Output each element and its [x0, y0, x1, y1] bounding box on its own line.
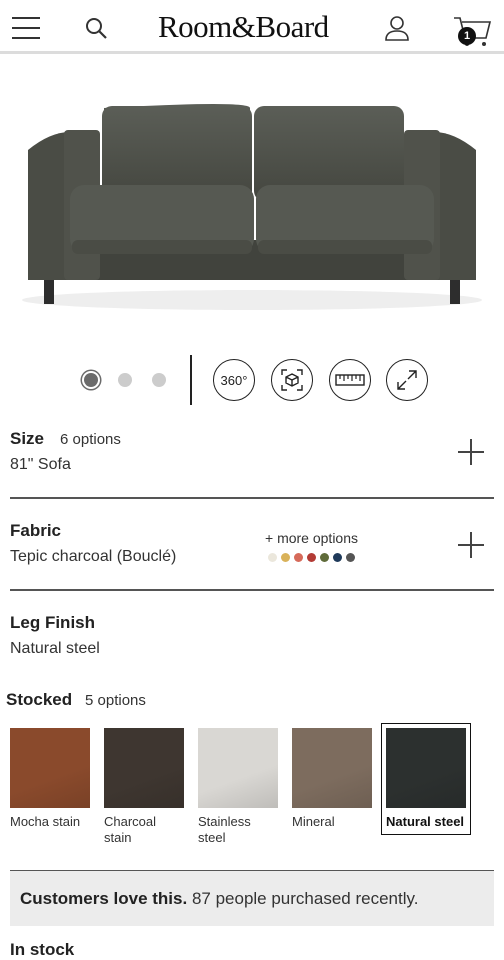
ar-view-button[interactable]: [271, 359, 313, 401]
product-image[interactable]: [0, 60, 504, 350]
finish-option-mocha-stain[interactable]: Mocha stain: [10, 728, 90, 830]
ar-cube-icon: [281, 369, 303, 391]
stocked-title: Stocked: [6, 690, 73, 709]
finish-option-charcoal-stain[interactable]: Charcoal stain: [104, 728, 184, 846]
fabric-title: Fabric: [10, 521, 62, 540]
more-options-link[interactable]: + more options: [265, 530, 358, 546]
social-proof-banner: Customers love this. 87 people purchased…: [10, 870, 494, 926]
search-icon[interactable]: [84, 16, 110, 42]
finish-label: Stainless steel: [198, 814, 251, 845]
size-value: 81" Sofa: [10, 456, 71, 473]
view-360-button[interactable]: 360°: [213, 359, 255, 401]
carousel-dot-3[interactable]: [152, 373, 166, 387]
fabric-swatch-dot[interactable]: [268, 553, 277, 562]
cart-button[interactable]: 1: [452, 14, 492, 48]
leg-finish-value: Natural steel: [10, 640, 100, 657]
finish-swatch: [292, 728, 372, 808]
size-options-count: 6 options: [60, 431, 121, 448]
banner-bold-text: Customers love this.: [20, 889, 188, 908]
fabric-swatch-dots[interactable]: [268, 553, 355, 562]
fabric-swatch-dot[interactable]: [333, 553, 342, 562]
availability-status: In stock: [10, 940, 75, 959]
finish-swatch: [104, 728, 184, 808]
finish-swatch: [198, 728, 278, 808]
gallery-divider: [190, 355, 192, 405]
finish-label: Natural steel: [386, 814, 465, 829]
gallery-controls: 360°: [0, 355, 504, 405]
cart-count-badge: 1: [458, 27, 476, 45]
fabric-value: Tepic charcoal (Bouclé): [10, 548, 177, 565]
leg-finish-title: Leg Finish: [10, 613, 95, 632]
banner-text: 87 people purchased recently.: [187, 889, 419, 908]
finish-option-mineral[interactable]: Mineral: [292, 728, 372, 830]
fabric-swatch-dot[interactable]: [294, 553, 303, 562]
dimensions-button[interactable]: [329, 359, 371, 401]
finish-label: Mineral: [292, 814, 335, 829]
size-expand-plus-icon[interactable]: [458, 439, 484, 465]
fabric-swatch-dot[interactable]: [281, 553, 290, 562]
fullscreen-button[interactable]: [386, 359, 428, 401]
fabric-swatch-dot[interactable]: [346, 553, 355, 562]
carousel-dot-2[interactable]: [118, 373, 132, 387]
section-divider: [10, 589, 494, 591]
fabric-expand-plus-icon[interactable]: [458, 532, 484, 558]
finish-label: Charcoal stain: [104, 814, 157, 845]
finish-label: Mocha stain: [10, 814, 81, 829]
brand-logo[interactable]: Room&Board: [158, 9, 329, 45]
stocked-options-count: 5 options: [85, 692, 146, 709]
finish-swatch: [386, 728, 466, 808]
fabric-swatch-dot[interactable]: [307, 553, 316, 562]
menu-icon[interactable]: [12, 17, 40, 39]
finish-option-natural-steel[interactable]: Natural steel: [381, 723, 471, 835]
expand-icon: [397, 370, 417, 390]
fabric-swatch-dot[interactable]: [320, 553, 329, 562]
carousel-dot-1[interactable]: [84, 373, 98, 387]
account-icon[interactable]: [383, 14, 411, 42]
section-divider: [10, 497, 494, 499]
size-title: Size: [10, 429, 45, 448]
finish-option-stainless-steel[interactable]: Stainless steel: [198, 728, 278, 846]
ruler-icon: [335, 374, 365, 386]
header: Room&Board 1: [0, 0, 504, 54]
finish-swatch: [10, 728, 90, 808]
